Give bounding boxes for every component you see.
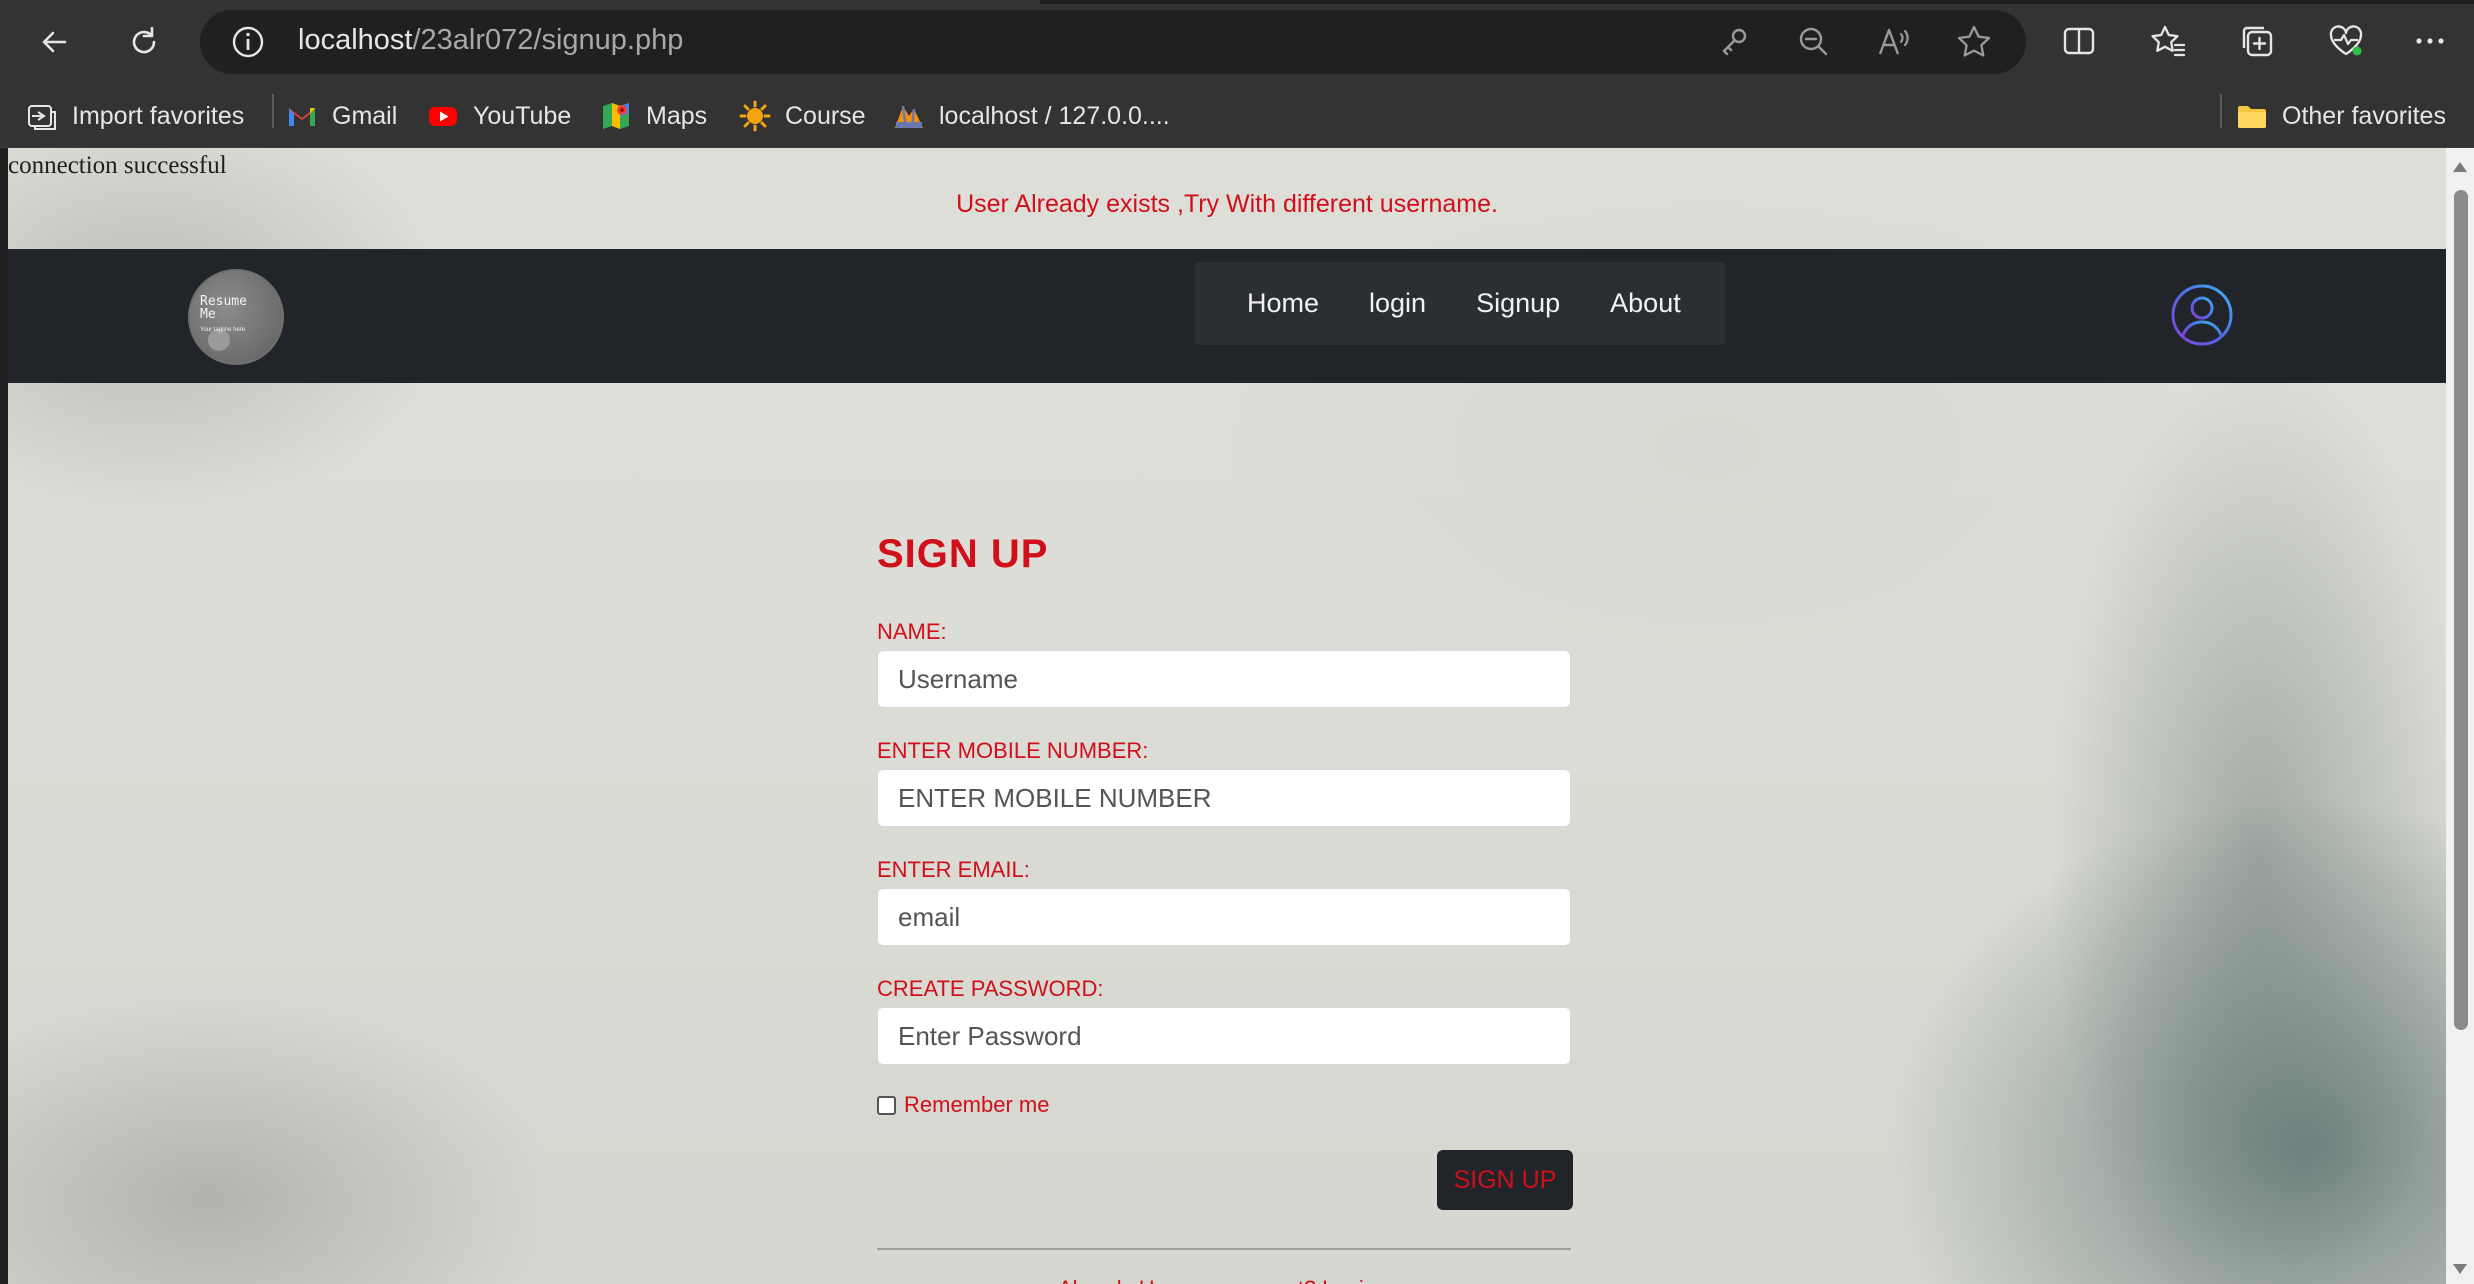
collections-icon [2242, 26, 2273, 57]
url-host: localhost [298, 24, 413, 56]
scroll-up-arrow[interactable] [2453, 162, 2467, 172]
password-input[interactable] [877, 1007, 1571, 1065]
remember-me[interactable]: Remember me [877, 1092, 1049, 1118]
bookmark-label: YouTube [473, 101, 572, 130]
bookmark-label: Import favorites [72, 101, 245, 130]
bookmarks-divider [272, 94, 274, 128]
read-aloud-button[interactable] [1874, 22, 1914, 62]
url-path: /23alr072/signup.php [412, 24, 684, 56]
star-icon [1957, 25, 1991, 57]
username-input[interactable] [877, 650, 1571, 708]
form-divider [877, 1248, 1571, 1250]
zoom-button[interactable] [1794, 22, 1834, 62]
import-favorites-icon [28, 105, 56, 130]
back-arrow-icon [42, 31, 67, 53]
email-label: ENTER EMAIL: [877, 857, 1030, 882]
bookmark-label: Gmail [332, 101, 398, 130]
address-bar[interactable]: localhost/23alr072/signup.php [200, 10, 2026, 74]
youtube-icon [429, 107, 457, 126]
browser-toolbar: localhost/23alr072/signup.php [0, 0, 2474, 84]
page-scrollbar[interactable] [2446, 148, 2474, 1284]
favorites-button[interactable] [2148, 21, 2188, 61]
add-favorite-button[interactable] [1954, 22, 1994, 62]
name-label: NAME: [877, 619, 947, 644]
remember-checkbox[interactable] [877, 1095, 896, 1115]
split-screen-button[interactable] [2059, 21, 2099, 61]
bookmark-gmail[interactable]: Gmail [286, 94, 397, 138]
signup-button[interactable]: SIGN UP [1437, 1150, 1573, 1210]
nav-home[interactable]: Home [1247, 288, 1319, 319]
mobile-input[interactable] [877, 769, 1571, 827]
bookmark-label: Other favorites [2282, 101, 2446, 130]
favorites-icon [2151, 25, 2186, 57]
form-title: SIGN UP [877, 532, 1049, 576]
site-logo[interactable]: Resume Me Your tagline here [188, 269, 284, 365]
page-viewport: connection successful User Already exist… [8, 148, 2446, 1284]
login-prompt[interactable]: Already Have an account? Login [1058, 1276, 1376, 1284]
gmail-icon [289, 108, 315, 126]
active-tab-edge [0, 0, 1040, 4]
folder-icon [2238, 106, 2266, 128]
settings-more-button[interactable] [2410, 21, 2450, 61]
split-screen-icon [2063, 27, 2095, 55]
logo-line-2: Me [200, 307, 216, 322]
remember-label: Remember me [904, 1092, 1050, 1117]
bookmark-label: localhost / 127.0.0.... [939, 101, 1170, 130]
zoom-out-icon [1799, 27, 1828, 56]
bookmark-import-favorites[interactable]: Import favorites [26, 94, 244, 138]
bookmark-other-favorites[interactable]: Other favorites [2236, 94, 2446, 138]
browser-essentials-button[interactable] [2326, 21, 2366, 61]
maps-icon [603, 103, 629, 129]
connection-message: connection successful [8, 152, 227, 179]
bookmark-label: Course [785, 101, 866, 130]
site-info-icon[interactable] [230, 24, 266, 60]
nav-signup[interactable]: Signup [1476, 288, 1560, 319]
bookmark-maps[interactable]: Maps [600, 94, 707, 138]
bookmarks-divider [2220, 94, 2222, 128]
password-key-button[interactable] [1714, 22, 1754, 62]
refresh-button[interactable] [116, 14, 172, 70]
nav-login[interactable]: login [1369, 288, 1426, 319]
bookmark-course[interactable]: Course [739, 94, 866, 138]
url-text[interactable]: localhost/23alr072/signup.php [298, 24, 683, 57]
bookmark-localhost[interactable]: localhost / 127.0.0.... [893, 94, 1170, 138]
nav-menu: Home login Signup About [1195, 262, 1725, 345]
bookmark-youtube[interactable]: YouTube [427, 94, 571, 138]
email-input[interactable] [877, 888, 1571, 946]
favorites-bar: Import favorites Gmail YouTube Maps Cour… [0, 84, 2474, 148]
bookmark-label: Maps [646, 101, 708, 130]
heart-pulse-icon [2329, 25, 2363, 56]
scroll-down-arrow[interactable] [2453, 1264, 2467, 1274]
refresh-icon [132, 26, 156, 54]
user-profile-icon[interactable] [2170, 283, 2234, 347]
course-icon [739, 100, 771, 132]
logo-subtext: Your tagline here [200, 327, 246, 333]
password-label: CREATE PASSWORD: [877, 976, 1104, 1001]
collections-button[interactable] [2237, 21, 2277, 61]
site-navbar: Resume Me Your tagline here Home login Si… [8, 249, 2446, 383]
read-aloud-icon [1878, 28, 1909, 55]
logo-text: Resume Me [200, 295, 247, 321]
back-button[interactable] [27, 14, 83, 70]
alert-message: User Already exists ,Try With different … [956, 190, 1498, 218]
key-icon [1722, 28, 1747, 56]
nav-about[interactable]: About [1610, 288, 1681, 319]
phpmyadmin-icon [895, 105, 923, 129]
scroll-thumb[interactable] [2454, 190, 2468, 1030]
more-dots-icon [2416, 38, 2444, 44]
mobile-label: ENTER MOBILE NUMBER: [877, 738, 1149, 763]
